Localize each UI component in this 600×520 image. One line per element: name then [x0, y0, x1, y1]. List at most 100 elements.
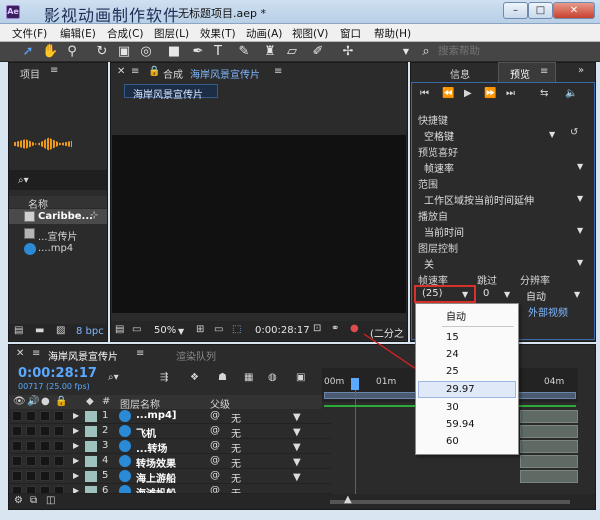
parent-select[interactable]: 无 [231, 440, 241, 455]
toggle-modes-icon[interactable]: ⧉ [30, 495, 37, 506]
layer-name[interactable]: ...转场 [136, 440, 167, 455]
minimize-button[interactable]: – [503, 2, 528, 19]
visibility-toggle[interactable] [12, 471, 22, 481]
audio-column-icon[interactable]: 🔊 [27, 396, 39, 407]
rectangle-tool-icon[interactable]: ■ [166, 44, 182, 60]
graph-editor-icon[interactable]: ▣ [296, 372, 305, 383]
first-frame-icon[interactable]: ⏮ [420, 88, 429, 99]
table-row[interactable]: ▶ 1 ...mp4] @ 无 ▼ [9, 409, 331, 425]
table-row[interactable]: ▶ 6 海滩帆船 @ 无 [9, 484, 331, 494]
parent-pickwhip-icon[interactable]: @ [210, 455, 220, 466]
layer-name[interactable]: ...mp4] [136, 410, 177, 421]
menu-animation[interactable]: 动画(A) [246, 26, 282, 41]
hand-tool-icon[interactable]: ✋ [42, 44, 58, 60]
new-folder-icon[interactable]: ▬ [35, 325, 44, 336]
menu-file[interactable]: 文件(F) [12, 26, 47, 41]
timeline-menu-icon[interactable]: ≡ [32, 348, 40, 359]
comp-menu-icon[interactable]: ≡ [274, 66, 282, 77]
lock-toggle[interactable] [54, 426, 64, 436]
visibility-toggle[interactable] [12, 411, 22, 421]
expand-arrow-icon[interactable]: ▶ [73, 471, 79, 480]
help-search-input[interactable] [438, 45, 548, 57]
external-video-label[interactable]: 外部视频 [528, 304, 568, 319]
camera-snapshot-icon[interactable]: ⊡ [313, 323, 321, 334]
pref-dropdown-icon[interactable]: ▼ [577, 162, 583, 171]
resolution-preview-select[interactable]: 自动 [526, 288, 546, 303]
audio-toggle[interactable] [26, 471, 36, 481]
range-select[interactable]: 工作区域按当前时间延伸 [424, 192, 534, 207]
layer-control-dropdown-icon[interactable]: ▼ [577, 258, 583, 267]
menu-layer[interactable]: 图层(L) [154, 26, 189, 41]
range-dropdown-icon[interactable]: ▼ [577, 194, 583, 203]
timeline-timecode[interactable]: 0:00:28:17 [18, 366, 97, 381]
expand-arrow-icon[interactable]: ▶ [73, 486, 79, 493]
preview-menu-icon[interactable]: ≡ [540, 66, 548, 77]
snapshot-icon[interactable]: ▤ [115, 324, 124, 335]
label-color[interactable] [85, 486, 97, 493]
menu-edit[interactable]: 编辑(E) [60, 26, 96, 41]
roto-brush-tool-icon[interactable]: ✐ [310, 44, 326, 60]
rotate-tool-icon[interactable]: ↻ [94, 44, 110, 60]
parent-dropdown-icon[interactable]: ▼ [293, 412, 301, 423]
last-frame-icon[interactable]: ⏭ [506, 88, 515, 99]
draft-3d-icon[interactable]: ❖ [190, 372, 199, 383]
parent-select[interactable]: 无 [231, 425, 241, 440]
comp-timecode[interactable]: 0:00:28:17 [255, 325, 310, 336]
project-tab[interactable]: 项目 [20, 66, 40, 81]
fps-option-25[interactable]: 25 [446, 366, 459, 377]
comp-flowchart-icon[interactable]: ⇶ [160, 372, 168, 383]
lock-toggle[interactable] [54, 456, 64, 466]
puppet-pin-tool-icon[interactable]: ✢ [340, 44, 356, 60]
shortcut-dropdown-icon[interactable]: ▼ [549, 130, 555, 139]
rgb-channel-icon[interactable]: ● [350, 323, 359, 334]
grid-icon[interactable]: ⊞ [196, 324, 204, 335]
label-color[interactable] [85, 411, 97, 422]
reset-icon[interactable]: ↺ [570, 127, 578, 138]
expand-arrow-icon[interactable]: ▶ [73, 441, 79, 450]
expand-arrow-icon[interactable]: ▶ [73, 456, 79, 465]
parent-dropdown-icon[interactable]: ▼ [293, 457, 301, 468]
fps-option-30[interactable]: 30 [446, 402, 459, 413]
solo-toggle[interactable] [40, 456, 50, 466]
region-icon[interactable]: ⬚ [232, 324, 241, 335]
loop-icon[interactable]: ⇆ [540, 88, 548, 99]
label-color[interactable] [85, 441, 97, 452]
audio-toggle[interactable] [26, 411, 36, 421]
visibility-toggle[interactable] [12, 486, 22, 493]
shy-icon[interactable]: ☗ [218, 372, 227, 383]
prev-frame-icon[interactable]: ⏪ [442, 88, 454, 99]
clone-stamp-tool-icon[interactable]: ♜ [262, 44, 278, 60]
layer-control-select[interactable]: 关 [424, 256, 434, 271]
skip-select[interactable]: 0 [483, 288, 489, 299]
visibility-toggle[interactable] [12, 456, 22, 466]
camera-tool-icon[interactable]: ▣ [116, 44, 132, 60]
lock-toggle[interactable] [54, 411, 64, 421]
timeline-tab-menu-icon[interactable]: ≡ [136, 348, 144, 359]
zoom-level-select[interactable]: 50% [154, 325, 176, 336]
mask-icon[interactable]: ▭ [214, 324, 223, 335]
zoom-slider-thumb[interactable]: ▲ [344, 494, 352, 505]
menu-composition[interactable]: 合成(C) [107, 26, 144, 41]
parent-pickwhip-icon[interactable]: @ [210, 425, 220, 436]
new-comp-icon[interactable]: ▨ [56, 325, 65, 336]
info-tab[interactable]: 信息 [450, 66, 470, 81]
display-icon[interactable]: ▭ [132, 324, 141, 335]
comp-lock-icon[interactable]: 🔒 [148, 66, 160, 77]
eye-icon[interactable]: 👁 [13, 396, 26, 407]
expand-icon[interactable]: » [578, 65, 584, 76]
table-row[interactable]: ▶ 2 飞机 @ 无 ▼ [9, 424, 331, 440]
parent-select[interactable]: 无 [231, 455, 241, 470]
layer-name[interactable]: 海滩帆船 [136, 485, 176, 493]
project-item-label[interactable]: ....mp4 [38, 243, 73, 254]
fps-option-5994[interactable]: 59.94 [446, 419, 475, 430]
parent-dropdown-icon[interactable]: ▼ [293, 472, 301, 483]
pen-tool-icon[interactable]: ✒ [190, 44, 206, 60]
timeline-tab[interactable]: 海岸风景宣传片 [48, 348, 118, 363]
label-color[interactable] [85, 456, 97, 467]
parent-select[interactable]: 无 [231, 410, 241, 425]
channel-icon[interactable]: ⚭ [331, 323, 339, 334]
parent-select[interactable]: 无 [231, 485, 241, 493]
project-item-label[interactable]: ...宣传片 [38, 228, 78, 243]
fps-option-24[interactable]: 24 [446, 349, 459, 360]
lock-toggle[interactable] [54, 486, 64, 493]
